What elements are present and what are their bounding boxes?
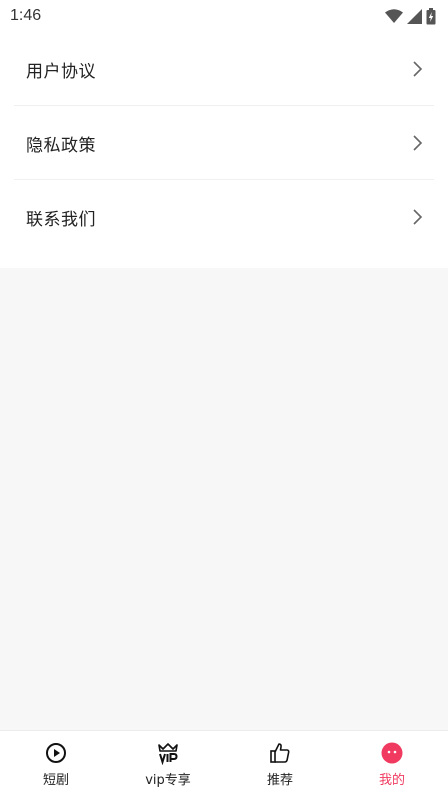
wifi-icon [385,9,403,23]
chevron-right-icon [413,135,423,151]
nav-tab-vip[interactable]: vip专享 [112,731,224,796]
nav-tab-mine[interactable]: 我的 [336,731,448,796]
thumbs-up-icon [270,743,290,763]
nav-tab-label: vip专享 [145,773,191,788]
chevron-right-icon [413,61,423,77]
menu-item-label: 用户协议 [26,61,96,82]
nav-tab-label: 我的 [378,773,405,788]
menu-item-contact-us[interactable]: 联系我们 [0,180,448,254]
play-circle-icon [46,743,66,763]
bottom-navigation-bar: 短剧 vip专享 推荐 我的 [0,730,448,796]
status-time: 1:46 [10,7,42,24]
cellular-signal-icon [407,8,422,24]
profile-face-icon [381,742,403,764]
menu-item-privacy-policy[interactable]: 隐私政策 [0,106,448,180]
nav-tab-recommend[interactable]: 推荐 [224,731,336,796]
nav-tab-label: 推荐 [266,773,293,788]
vip-crown-icon [158,743,178,765]
status-bar: 1:46 [0,0,448,32]
menu-item-label: 隐私政策 [26,135,96,156]
menu-item-user-agreement[interactable]: 用户协议 [0,32,448,106]
menu-item-label: 联系我们 [26,209,96,230]
settings-menu-list: 用户协议 隐私政策 联系我们 [0,32,448,268]
battery-icon [426,7,436,24]
status-icons [385,7,436,25]
nav-tab-label: 短剧 [42,773,69,788]
chevron-right-icon [413,209,423,225]
nav-tab-short-drama[interactable]: 短剧 [0,731,112,796]
